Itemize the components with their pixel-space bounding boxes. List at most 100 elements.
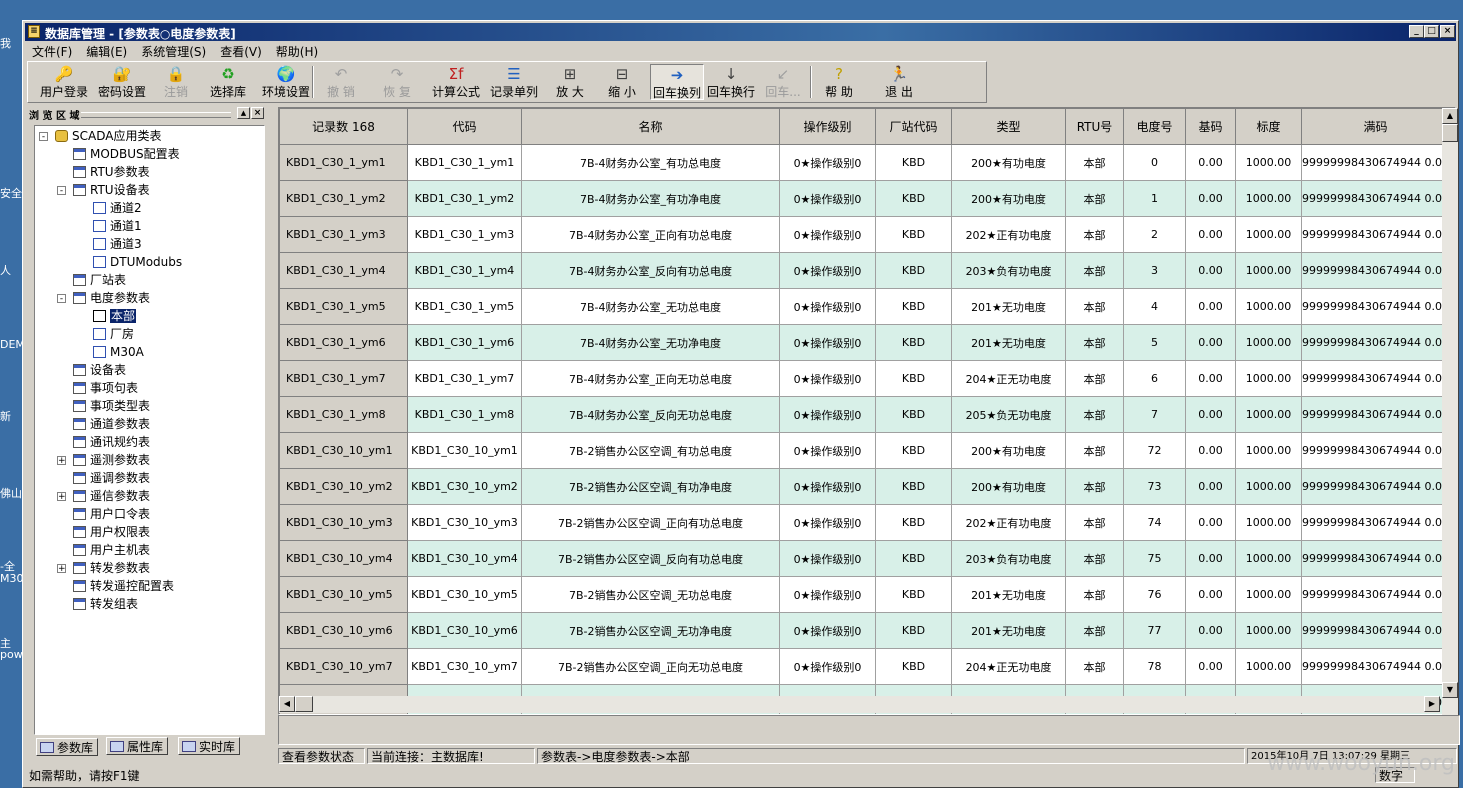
tree-node[interactable]: 本部 — [93, 308, 137, 325]
table-cell[interactable]: 99999998430674944 0.00 — [1301, 144, 1450, 181]
table-cell[interactable]: KBD — [875, 180, 952, 217]
table-cell[interactable]: 201★无功电度 — [951, 576, 1066, 613]
toolbar-button-undo[interactable]: ↶ 撤 销 — [316, 64, 366, 100]
table-cell[interactable]: 203★负有功电度 — [951, 540, 1066, 577]
column-header[interactable]: 电度号 — [1123, 108, 1186, 145]
table-cell[interactable]: 本部 — [1065, 504, 1124, 541]
table-cell[interactable]: 1000.00 — [1235, 288, 1302, 325]
table-row[interactable]: KBD1_C30_10_ym2 KBD1_C30_10_ym2 7B-2销售办公区空… — [279, 468, 1450, 505]
toolbar-button-arrow-diag[interactable]: ↙ 回车... — [758, 64, 808, 100]
table-cell[interactable]: 0★操作级别0 — [779, 360, 876, 397]
row-header[interactable]: KBD1_C30_1_ym6 — [279, 324, 408, 361]
table-cell[interactable]: KBD — [875, 216, 952, 253]
toolbar-button-record-list[interactable]: ☰ 记录单列 — [484, 64, 544, 100]
table-cell[interactable]: 0★操作级别0 — [779, 144, 876, 181]
table-cell[interactable]: 75 — [1123, 540, 1186, 577]
table-row[interactable]: KBD1_C30_1_ym8 KBD1_C30_1_ym8 7B-4财务办公室_反向… — [279, 396, 1450, 433]
table-cell[interactable]: 本部 — [1065, 576, 1124, 613]
tree-expander[interactable]: - — [39, 132, 48, 142]
table-cell[interactable]: KBD — [875, 360, 952, 397]
tree-expander[interactable]: + — [57, 492, 66, 502]
table-cell[interactable]: 7B-4财务办公室_有功总电度 — [521, 144, 780, 181]
row-header[interactable]: KBD1_C30_10_ym1 — [279, 432, 408, 469]
table-cell[interactable]: 99999998430674944 0.00 — [1301, 468, 1450, 505]
toolbar-button-help[interactable]: ? 帮 助 — [814, 64, 864, 100]
table-cell[interactable]: 本部 — [1065, 612, 1124, 649]
row-header[interactable]: KBD1_C30_10_ym2 — [279, 468, 408, 505]
menu-item[interactable]: 帮助(H) — [269, 42, 325, 61]
table-cell[interactable]: 7B-4财务办公室_正向无功总电度 — [521, 360, 780, 397]
tree-node[interactable]: + 转发参数表 — [57, 560, 150, 577]
table-cell[interactable]: 7B-4财务办公室_无功总电度 — [521, 288, 780, 325]
table-cell[interactable]: KBD1_C30_1_ym3 — [407, 216, 522, 253]
table-cell[interactable]: 1000.00 — [1235, 360, 1302, 397]
table-row[interactable]: KBD1_C30_10_ym4 KBD1_C30_10_ym4 7B-2销售办公区空… — [279, 540, 1450, 577]
row-header[interactable]: KBD1_C30_1_ym3 — [279, 216, 408, 253]
table-row[interactable]: KBD1_C30_1_ym4 KBD1_C30_1_ym4 7B-4财务办公室_反向… — [279, 252, 1450, 289]
toolbar-button-select-db[interactable]: ♻ 选择库 — [202, 64, 254, 100]
tree-node[interactable]: 用户口令表 — [73, 506, 150, 523]
table-cell[interactable]: KBD1_C30_1_ym7 — [407, 360, 522, 397]
table-cell[interactable]: 0★操作级别0 — [779, 216, 876, 253]
tree-expander[interactable]: - — [57, 186, 66, 196]
table-row[interactable]: KBD1_C30_1_ym3 KBD1_C30_1_ym3 7B-4财务办公室_正向… — [279, 216, 1450, 253]
table-cell[interactable]: 0★操作级别0 — [779, 180, 876, 217]
table-cell[interactable]: 7B-2销售办公区空调_有功总电度 — [521, 432, 780, 469]
tree-node[interactable]: DTUModubs — [93, 254, 182, 271]
vertical-scrollbar[interactable]: ▲ ▼ — [1442, 108, 1458, 715]
table-cell[interactable]: 0★操作级别0 — [779, 288, 876, 325]
table-cell[interactable]: 7 — [1123, 396, 1186, 433]
table-cell[interactable]: KBD1_C30_1_ym1 — [407, 144, 522, 181]
tree-node[interactable]: 通道3 — [93, 236, 142, 253]
tree-node[interactable]: 事项类型表 — [73, 398, 150, 415]
table-cell[interactable]: KBD1_C30_1_ym2 — [407, 180, 522, 217]
table-cell[interactable]: 0.00 — [1185, 432, 1236, 469]
tree-node[interactable]: 用户权限表 — [73, 524, 150, 541]
tree-node[interactable]: 转发遥控配置表 — [73, 578, 174, 595]
table-cell[interactable]: 1000.00 — [1235, 468, 1302, 505]
table-cell[interactable]: 72 — [1123, 432, 1186, 469]
scroll-down-button[interactable]: ▼ — [1442, 682, 1458, 698]
table-row[interactable]: KBD1_C30_10_ym3 KBD1_C30_10_ym3 7B-2销售办公区空… — [279, 504, 1450, 541]
table-cell[interactable]: 0.00 — [1185, 180, 1236, 217]
tree-node[interactable]: 厂站表 — [73, 272, 126, 289]
column-header[interactable]: 代码 — [407, 108, 522, 145]
tree-node[interactable]: 遥调参数表 — [73, 470, 150, 487]
table-cell[interactable]: 本部 — [1065, 396, 1124, 433]
table-cell[interactable]: 99999998430674944 0.00 — [1301, 252, 1450, 289]
toolbar-button-zoom-in[interactable]: ⊞ 放 大 — [546, 64, 594, 100]
table-cell[interactable]: 0.00 — [1185, 324, 1236, 361]
table-cell[interactable]: 2 — [1123, 216, 1186, 253]
table-cell[interactable]: 1 — [1123, 180, 1186, 217]
column-header[interactable]: 满码 — [1301, 108, 1450, 145]
table-cell[interactable]: KBD1_C30_1_ym5 — [407, 288, 522, 325]
menu-item[interactable]: 系统管理(S) — [134, 42, 213, 61]
table-cell[interactable]: 99999998430674944 0.00 — [1301, 612, 1450, 649]
toolbar-button-environment[interactable]: 🌍 环境设置 — [256, 64, 316, 100]
table-cell[interactable]: 7B-2销售办公区空调_无功总电度 — [521, 576, 780, 613]
table-cell[interactable]: 7B-2销售办公区空调_反向有功总电度 — [521, 540, 780, 577]
table-cell[interactable]: 99999998430674944 0.00 — [1301, 396, 1450, 433]
table-cell[interactable]: 201★无功电度 — [951, 288, 1066, 325]
table-cell[interactable]: 202★正有功电度 — [951, 504, 1066, 541]
table-cell[interactable]: 0★操作级别0 — [779, 396, 876, 433]
table-cell[interactable]: KBD1_C30_10_ym6 — [407, 612, 522, 649]
row-header[interactable]: KBD1_C30_10_ym6 — [279, 612, 408, 649]
tree-node[interactable]: + 遥测参数表 — [57, 452, 150, 469]
table-cell[interactable]: 0.00 — [1185, 576, 1236, 613]
close-button[interactable]: × — [1440, 25, 1455, 38]
table-cell[interactable]: 0.00 — [1185, 648, 1236, 685]
table-cell[interactable]: KBD1_C30_10_ym1 — [407, 432, 522, 469]
table-cell[interactable]: 1000.00 — [1235, 396, 1302, 433]
table-cell[interactable]: KBD — [875, 288, 952, 325]
table-row[interactable]: KBD1_C30_10_ym7 KBD1_C30_10_ym7 7B-2销售办公区空… — [279, 648, 1450, 685]
toolbar-button-user-login[interactable]: 🔑 用户登录 — [36, 64, 92, 100]
table-cell[interactable]: KBD — [875, 612, 952, 649]
row-header[interactable]: KBD1_C30_1_ym2 — [279, 180, 408, 217]
tree-node[interactable]: 通讯规约表 — [73, 434, 150, 451]
table-cell[interactable]: KBD1_C30_1_ym6 — [407, 324, 522, 361]
scroll-up-button[interactable]: ▲ — [1442, 108, 1458, 124]
table-cell[interactable]: 1000.00 — [1235, 576, 1302, 613]
panel-restore-button[interactable]: ▲ — [237, 107, 250, 119]
toolbar-button-password[interactable]: 🔐 密码设置 — [92, 64, 152, 100]
